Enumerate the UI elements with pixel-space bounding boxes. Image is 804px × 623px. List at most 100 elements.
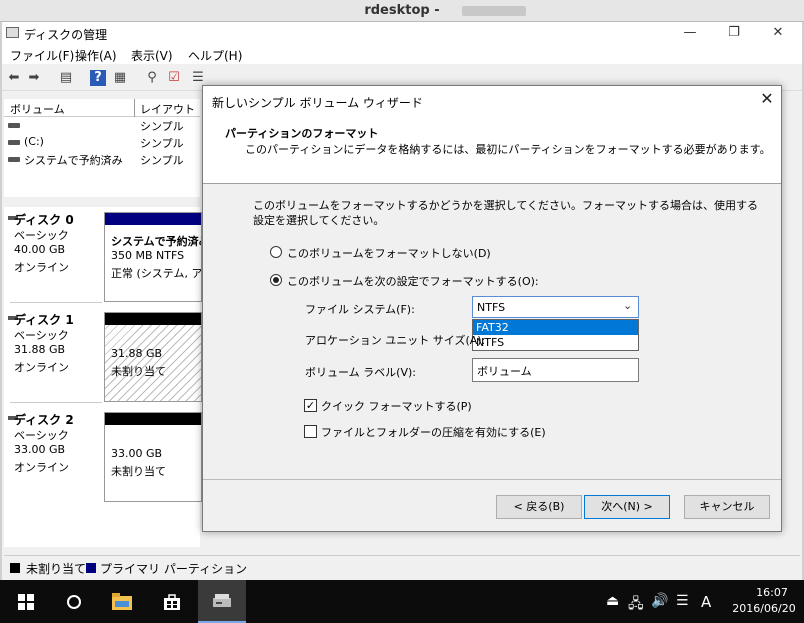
legend-unallocated-swatch	[10, 563, 20, 573]
wizard-description: このボリュームをフォーマットするかどうかを選択してください。フォーマットする場合…	[253, 199, 759, 227]
disk-management-taskbar-button[interactable]	[198, 580, 246, 623]
console-tree-icon[interactable]: ▤	[58, 70, 74, 86]
option-ntfs[interactable]: NTFS	[473, 335, 638, 350]
window-titlebar: ディスクの管理 — ❐ ✕	[2, 22, 802, 44]
volume-name: システムで予約済み	[24, 154, 123, 167]
connect-icon[interactable]: ⚲	[144, 70, 160, 86]
volume-label-label: ボリューム ラベル(V):	[305, 366, 416, 379]
disk-2-label[interactable]: ディスク 2 ベーシック 33.00 GB オンライン	[8, 407, 102, 503]
minimize-button[interactable]: —	[668, 22, 712, 44]
volume-label-value: ボリューム	[477, 365, 532, 378]
compression-label[interactable]: ファイルとフォルダーの圧縮を有効にする(E)	[321, 424, 546, 440]
disk-0-partition[interactable]: システムで予約済み 350 MB NTFS 正常 (システム, アクテ	[104, 212, 202, 302]
disk-2-partition[interactable]: 33.00 GB 未割り当て	[104, 412, 202, 502]
radio-format-label[interactable]: このボリュームを次の設定でフォーマットする(O):	[287, 273, 539, 289]
action-center-icon[interactable]: ☰	[676, 593, 689, 609]
clock-time[interactable]: 16:07	[744, 586, 800, 599]
disk-status: オンライン	[14, 261, 69, 274]
wizard-header: 新しいシンプル ボリューム ウィザード ✕ パーティションのフォーマット このパ…	[203, 86, 781, 184]
forward-arrow-icon[interactable]: ➡	[26, 70, 42, 86]
search-circle-icon[interactable]	[52, 580, 96, 623]
column-volume[interactable]: ボリューム	[10, 101, 65, 117]
partition-fs: 350 MB NTFS	[111, 249, 185, 262]
radio-no-format-label[interactable]: このボリュームをフォーマットしない(D)	[287, 245, 491, 261]
volume-label-input[interactable]: ボリューム	[472, 358, 639, 382]
list-item[interactable]: シンプル	[8, 117, 198, 134]
allocation-unit-label: アロケーション ユニット サイズ(A):	[305, 334, 486, 347]
filesystem-value: NTFS	[477, 301, 506, 314]
ime-indicator[interactable]: A	[701, 593, 711, 611]
disk-1-label[interactable]: ディスク 1 ベーシック 31.88 GB オンライン	[8, 307, 102, 403]
list-view-icon[interactable]: ☰	[190, 70, 206, 86]
volume-layout: シンプル	[140, 154, 184, 167]
partition-name: システムで予約済み	[111, 235, 201, 248]
usb-eject-icon[interactable]: ⏏	[606, 593, 619, 609]
disk-type: ベーシック	[14, 329, 69, 342]
drive-icon	[8, 157, 20, 162]
store-icon[interactable]	[150, 580, 194, 623]
option-fat32[interactable]: FAT32	[473, 320, 638, 335]
back-arrow-icon[interactable]: ⬅	[6, 70, 22, 86]
redacted-hostname	[462, 6, 526, 16]
menu-bar: ファイル(F) 操作(A) 表示(V) ヘルプ(H)	[2, 44, 802, 64]
disk-size: 31.88 GB	[14, 343, 66, 356]
volume-list-header: ボリューム レイアウト	[4, 99, 200, 117]
rdesktop-title: rdesktop -	[364, 3, 440, 18]
menu-action[interactable]: 操作(A)	[75, 47, 117, 64]
partition-size: 33.00 GB	[111, 447, 163, 460]
list-item[interactable]: (C:) シンプル	[8, 134, 198, 151]
drive-icon	[8, 123, 20, 128]
column-separator[interactable]	[134, 99, 135, 117]
partition-status: 正常 (システム, アクテ	[111, 267, 201, 280]
maximize-button[interactable]: ❐	[712, 22, 756, 44]
checklist-icon[interactable]: ☑	[166, 70, 182, 86]
menu-help[interactable]: ヘルプ(H)	[188, 47, 242, 64]
quick-format-label[interactable]: クイック フォーマットする(P)	[321, 398, 472, 414]
legend-bar: 未割り当て プライマリ パーティション	[4, 555, 800, 577]
column-layout[interactable]: レイアウト	[140, 101, 195, 117]
legend-primary: プライマリ パーティション	[100, 562, 248, 576]
menu-view[interactable]: 表示(V)	[131, 47, 173, 64]
clock-date[interactable]: 2016/06/20	[726, 602, 802, 615]
wizard-close-button[interactable]: ✕	[755, 88, 779, 110]
list-item[interactable]: システムで予約済み シンプル	[8, 151, 198, 168]
disk-graphical-view: ディスク 0 ベーシック 40.00 GB オンライン システムで予約済み 35…	[4, 207, 202, 547]
footer-divider	[203, 479, 781, 480]
volume-list: シンプル (C:) シンプル システムで予約済み シンプル	[4, 117, 200, 197]
disk-name: ディスク 2	[14, 413, 74, 427]
radio-no-format[interactable]	[270, 246, 282, 258]
wizard-title: 新しいシンプル ボリューム ウィザード	[212, 96, 423, 110]
close-button[interactable]: ✕	[756, 22, 800, 44]
properties-icon[interactable]: ▦	[112, 70, 128, 86]
disk-name: ディスク 1	[14, 313, 74, 327]
disk-0-label[interactable]: ディスク 0 ベーシック 40.00 GB オンライン	[8, 207, 102, 303]
filesystem-label: ファイル システム(F):	[305, 303, 415, 316]
partition-status: 未割り当て	[111, 365, 166, 378]
cancel-button[interactable]: キャンセル	[684, 495, 770, 519]
partition-status: 未割り当て	[111, 465, 166, 478]
file-explorer-icon[interactable]	[100, 580, 144, 623]
new-simple-volume-wizard: 新しいシンプル ボリューム ウィザード ✕ パーティションのフォーマット このパ…	[202, 85, 782, 532]
volume-layout: シンプル	[140, 120, 184, 133]
volume-icon[interactable]: 🔊	[651, 593, 668, 609]
partition-size: 31.88 GB	[111, 347, 163, 360]
wizard-heading: パーティションのフォーマット	[225, 127, 379, 140]
drive-icon	[8, 140, 20, 145]
filesystem-dropdown-list: FAT32 NTFS	[472, 319, 639, 351]
radio-selected-dot	[273, 277, 279, 283]
windows-start-icon[interactable]	[4, 580, 48, 623]
help-icon[interactable]: ?	[90, 70, 106, 86]
disk-type: ベーシック	[14, 429, 69, 442]
disk-status: オンライン	[14, 361, 69, 374]
next-button[interactable]: 次へ(N) >	[584, 495, 670, 519]
radio-format[interactable]	[270, 274, 282, 286]
disk-status: オンライン	[14, 461, 69, 474]
network-icon[interactable]: 🖧	[628, 593, 644, 617]
compression-checkbox[interactable]	[304, 425, 317, 438]
back-button[interactable]: < 戻る(B)	[496, 495, 582, 519]
quick-format-checkbox[interactable]: ✓	[304, 399, 317, 412]
menu-file[interactable]: ファイル(F)	[10, 47, 74, 64]
disk-1-partition[interactable]: 31.88 GB 未割り当て	[104, 312, 202, 402]
filesystem-select[interactable]: NTFS ⌄	[472, 296, 639, 318]
rdesktop-titlebar: rdesktop -	[0, 0, 804, 22]
